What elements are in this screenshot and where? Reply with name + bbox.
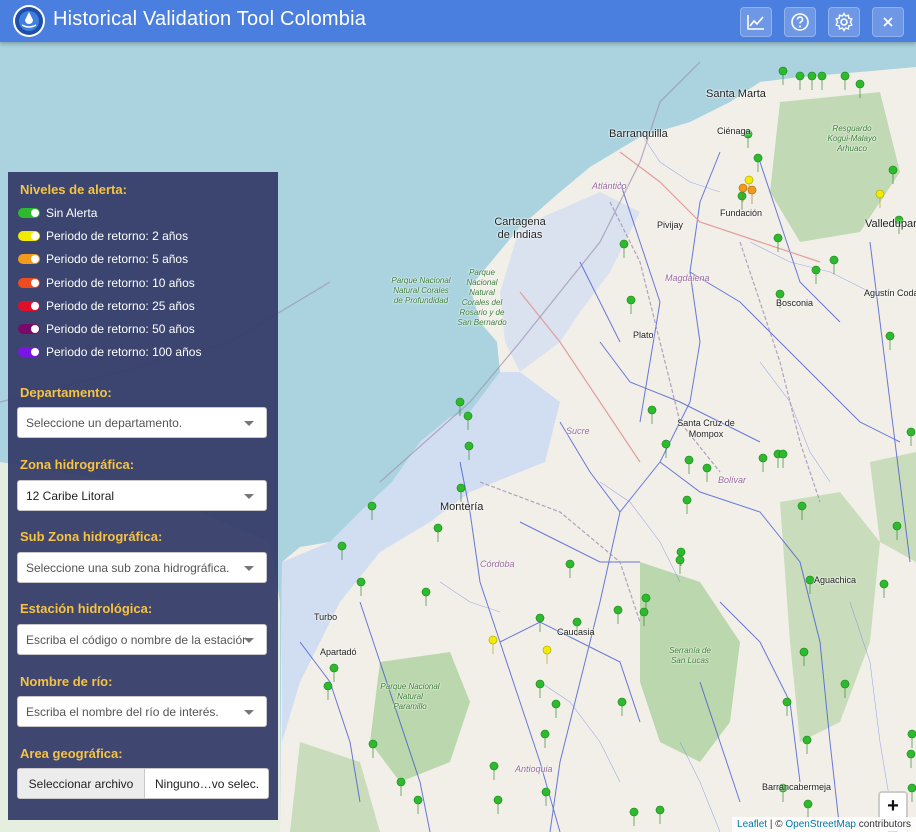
close-button[interactable] — [872, 7, 904, 37]
map-label-pivijay: Pivijay — [657, 220, 684, 230]
subzona-select[interactable]: Seleccione una sub zona hidrográfica. — [17, 552, 267, 583]
map-label-park-rosario: Parque Nacional Natural Corales del Rosa… — [457, 268, 507, 327]
rio-label: Nombre de río: — [20, 674, 113, 689]
estacion-placeholder: Escriba el código o nombre de la estació… — [26, 633, 246, 647]
map-label-bolivar: Bolívar — [718, 475, 747, 485]
map-label-antioquia: Antioquia — [515, 764, 553, 774]
map-attribution: Leaflet | © OpenStreetMap contributors — [732, 817, 916, 832]
legend-label: Sin Alerta — [46, 206, 98, 220]
map-label-barranquilla: Barranquilla — [609, 128, 668, 140]
attribution-tail: contributors — [855, 819, 911, 830]
gear-icon — [835, 12, 853, 32]
help-icon — [791, 13, 809, 31]
legend-item-25-anos[interactable]: Periodo de retorno: 25 años — [18, 297, 195, 315]
chevron-down-icon — [244, 638, 254, 643]
map-label-park-paramillo: Parque Nacional Natural Paramillo — [380, 682, 440, 711]
toggle-icon — [18, 278, 40, 288]
legend-item-5-anos[interactable]: Periodo de retorno: 5 años — [18, 250, 188, 268]
app-logo — [13, 5, 45, 37]
zona-value: 12 Caribe Litoral — [26, 489, 115, 503]
chevron-down-icon — [244, 494, 254, 499]
leaflet-link[interactable]: Leaflet — [737, 819, 767, 830]
settings-button[interactable] — [828, 7, 860, 37]
map-label-mompox: Santa Cruz de Mompox — [677, 418, 735, 439]
map-label-sucre: Sucre — [566, 426, 590, 436]
departamento-select[interactable]: Seleccione un departamento. — [17, 407, 267, 438]
zona-select[interactable]: 12 Caribe Litoral — [17, 480, 267, 511]
toggle-icon — [18, 347, 40, 357]
map-label-park-corales-profundidad: Parque Nacional Natural Corales de Profu… — [391, 276, 451, 305]
map-label-codazzi: Agustín Codazzi — [864, 288, 916, 298]
toggle-icon — [18, 324, 40, 334]
departamento-placeholder: Seleccione un departamento. — [26, 416, 183, 430]
legend-label: Periodo de retorno: 2 años — [46, 229, 189, 243]
rio-placeholder: Escriba el nombre del río de interés. — [26, 705, 219, 719]
subzona-placeholder: Seleccione una sub zona hidrográfica. — [26, 561, 230, 575]
legend-item-100-anos[interactable]: Periodo de retorno: 100 años — [18, 343, 201, 361]
chevron-down-icon — [244, 710, 254, 715]
map-label-plato: Plato — [633, 330, 654, 340]
osm-link[interactable]: OpenStreetMap — [785, 819, 856, 830]
select-file-button[interactable]: Seleccionar archivo — [18, 769, 145, 798]
zoom-in-button[interactable]: + — [880, 793, 906, 819]
map-label-turbo: Turbo — [314, 612, 338, 622]
estacion-select[interactable]: Escriba el código o nombre de la estació… — [17, 624, 267, 655]
filter-panel: Niveles de alerta: Sin Alerta Periodo de… — [8, 172, 278, 820]
legend-item-50-anos[interactable]: Periodo de retorno: 50 años — [18, 320, 195, 338]
map-label-barrancabermeja: Barrancabermeja — [762, 782, 832, 792]
map-label-magdalena: Magdalena — [665, 273, 710, 283]
map-label-san-lucas: Serranía de San Lucas — [669, 646, 711, 665]
legend-item-10-anos[interactable]: Periodo de retorno: 10 años — [18, 274, 195, 292]
chart-icon — [747, 15, 764, 30]
area-file-input[interactable]: Seleccionar archivo Ninguno…vo selec. — [17, 768, 269, 799]
map-label-cordoba: Córdoba — [480, 559, 515, 569]
legend-item-2-anos[interactable]: Periodo de retorno: 2 años — [18, 227, 188, 245]
map-label-atlantico: Atlántico — [592, 181, 627, 191]
map-label-aguachica: Aguachica — [814, 575, 857, 585]
rio-select[interactable]: Escriba el nombre del río de interés. — [17, 696, 267, 727]
map-label-santa-marta: Santa Marta — [706, 88, 766, 100]
map-label-valledupar: Valledupar — [865, 218, 916, 230]
map-label-resguardo: Resguardo Kogui-Malayo Arhuaco — [827, 124, 877, 153]
zona-label: Zona hidrográfica: — [20, 457, 135, 472]
chart-button[interactable] — [740, 7, 772, 37]
toggle-icon — [18, 231, 40, 241]
departamento-label: Departamento: — [20, 385, 112, 400]
legend-label: Periodo de retorno: 10 años — [46, 276, 195, 290]
legend-label: Periodo de retorno: 5 años — [46, 252, 189, 266]
map-label-apartado: Apartadó — [320, 647, 357, 657]
map-label-cartagena: Cartagena de Indias — [494, 216, 546, 241]
map-label-cienaga: Ciénaga — [717, 126, 751, 136]
legend-label: Periodo de retorno: 50 años — [46, 322, 195, 336]
estacion-label: Estación hidrológica: — [20, 601, 153, 616]
map-label-bosconia: Bosconia — [776, 298, 814, 308]
subzona-label: Sub Zona hidrográfica: — [20, 529, 163, 544]
chevron-down-icon — [244, 566, 254, 571]
close-icon — [883, 17, 893, 27]
help-button[interactable] — [784, 7, 816, 37]
toggle-icon — [18, 301, 40, 311]
file-status: Ninguno…vo selec. — [155, 777, 260, 791]
map-label-monteria: Montería — [440, 501, 484, 513]
attribution-separator: | © — [767, 819, 786, 830]
app-title: Historical Validation Tool Colombia — [53, 8, 367, 30]
legend-title: Niveles de alerta: — [20, 182, 127, 197]
legend-item-sin-alerta[interactable]: Sin Alerta — [18, 204, 97, 222]
toggle-icon — [18, 254, 40, 264]
chevron-down-icon — [244, 421, 254, 426]
app-header: Historical Validation Tool Colombia — [0, 0, 916, 42]
legend-label: Periodo de retorno: 25 años — [46, 299, 195, 313]
area-label: Area geográfica: — [20, 746, 123, 761]
map-label-fundacion: Fundación — [720, 208, 763, 218]
map-label-caucasia: Caucasia — [557, 627, 595, 637]
toggle-icon — [18, 208, 40, 218]
legend-label: Periodo de retorno: 100 años — [46, 345, 202, 359]
